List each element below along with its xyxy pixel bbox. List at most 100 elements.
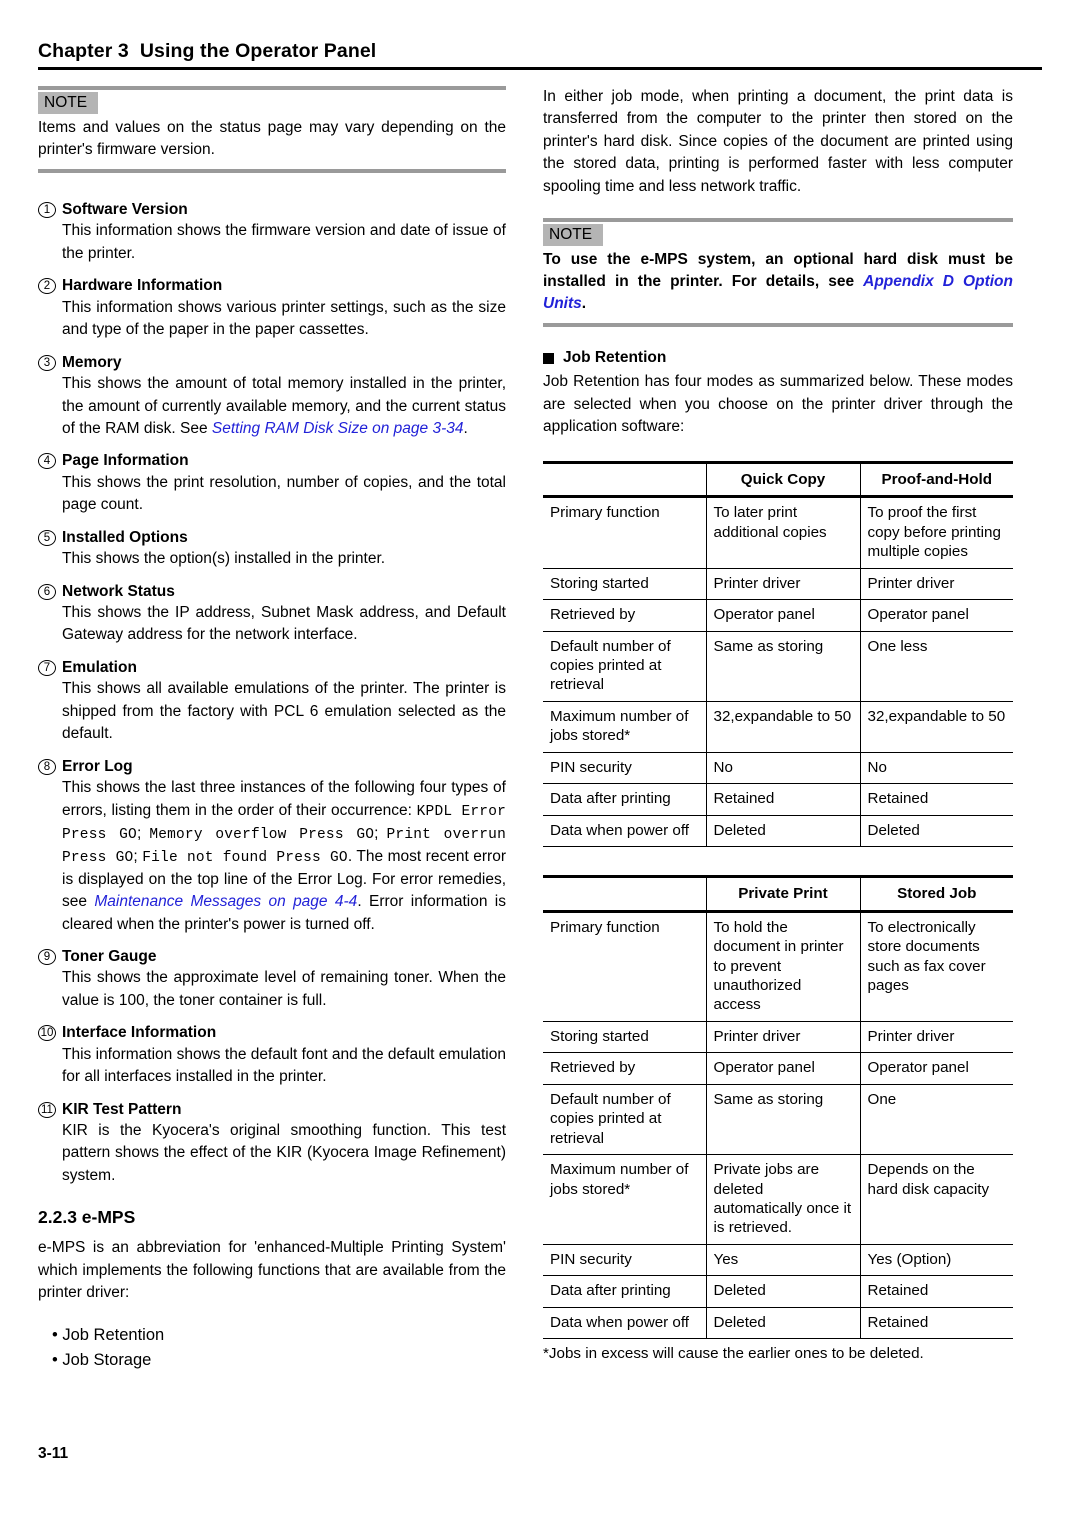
cell-value: 32,expandable to 50 [705,701,860,753]
list-item: • Job Storage [52,1350,152,1369]
cell-value: Yes [705,1244,860,1277]
list-item: 7 Emulation This shows all available emu… [38,658,506,746]
page-title: Chapter 3 Using the Operator Panel [38,40,377,62]
row-label: Default number of copies printed at retr… [543,1084,706,1156]
table-row: Data after printing Retained Retained [543,783,1013,816]
circled-number-icon: 6 [38,583,56,600]
row-label: Storing started [543,568,706,601]
subsection-paragraph: Job Retention has four modes as summariz… [543,373,1013,436]
table-row: Data when power off Deleted Retained [543,1307,1013,1340]
table-row: Data when power off Deleted Deleted [543,815,1013,848]
job-retention-table-1: Quick Copy Proof-and-Hold Primary functi… [543,460,1013,848]
error-message-code: File not found Press GO [142,849,348,866]
item-heading: 6 Network Status [38,582,506,601]
item-body: This shows the option(s) installed in th… [62,550,386,568]
item-body: This information shows the firmware vers… [62,222,506,262]
document-page: Chapter 3 Using the Operator Panel NOTE … [0,0,1080,1528]
item-body: This shows the print resolution, number … [62,473,506,514]
list-item: 4 Page Information This shows the print … [38,451,506,516]
circled-number-icon: 2 [38,278,56,295]
item-body-tail: . [463,419,468,437]
job-retention-table-2: Private Print Stored Job Primary functio… [543,875,1013,1340]
intro-paragraph: In either job mode, when printing a docu… [543,88,1013,195]
list-item: 5 Installed Options This shows the optio… [38,528,506,571]
column-header-blank [543,460,706,499]
table-row: Primary function To hold the document in… [543,911,1013,1022]
cell-value: Deleted [705,815,860,848]
note-bottom-rule [38,169,506,174]
cell-value: Operator panel [705,1052,860,1085]
list-item: 6 Network Status This shows the IP addre… [38,582,506,647]
row-label: Default number of copies printed at retr… [543,631,706,702]
row-label: Retrieved by [543,1052,706,1085]
item-title: Interface Information [62,1024,217,1042]
page-header: Chapter 3 Using the Operator Panel [38,40,1042,71]
cell-value: Printer driver [859,1021,1013,1054]
cross-reference-link[interactable]: Maintenance Messages on page 4-4 [94,893,357,910]
table-row: Default number of copies printed at retr… [543,1084,1013,1156]
cell-value: Private jobs are deleted automatically o… [705,1154,860,1245]
note-box-left: NOTE Items and values on the status page… [38,86,506,174]
cell-value: 32,expandable to 50 [859,701,1013,753]
note-bottom-rule [543,323,1013,328]
cell-value: Operator panel [859,599,1013,632]
section-paragraph: e-MPS is an abbreviation for 'enhanced-M… [38,1239,506,1302]
left-column: NOTE Items and values on the status page… [38,86,506,1372]
row-label: Data when power off [543,1307,706,1340]
table-row: Primary function To later print addition… [543,496,1013,569]
cell-value: Deleted [859,815,1013,848]
note-top-rule [38,86,506,90]
square-bullet-icon [543,352,554,364]
cell-value: Operator panel [859,1052,1013,1085]
row-label: Data after printing [543,783,706,816]
list-item: 10 Interface Information This informatio… [38,1023,506,1088]
cross-reference-link[interactable]: Setting RAM Disk Size on page 3-34 [212,420,464,437]
item-body: This information shows various printer s… [62,298,506,339]
row-label: PIN security [543,752,706,785]
table-row: Default number of copies printed at retr… [543,631,1013,702]
note-text: Items and values on the status page may … [38,119,506,159]
circled-number-icon: 3 [38,354,56,371]
sep: ; [136,824,150,842]
cell-value: Deleted [705,1275,860,1308]
cell-value: To later print additional copies [705,496,860,569]
sep: ; [133,847,143,865]
table-row: Storing started Printer driver Printer d… [543,1021,1013,1054]
column-header-proof-and-hold: Proof-and-Hold [859,460,1013,499]
cell-value: Retained [859,783,1013,816]
subsection-heading: Job Retention [543,349,1013,367]
cell-value: Operator panel [705,599,860,632]
circled-number-icon: 9 [38,949,56,965]
row-label: Data after printing [543,1275,706,1308]
cell-value: Retained [859,1307,1013,1340]
cell-value: Printer driver [705,1021,860,1054]
item-heading: 9 Toner Gauge [38,947,506,966]
note-box-right: NOTE To use the e-MPS system, an optiona… [543,218,1013,328]
item-heading: 4 Page Information [38,451,506,470]
list-item: 1 Software Version This information show… [38,200,506,265]
cell-value: To electronically store documents such a… [859,911,1013,1022]
cell-value: Retained [705,783,860,816]
item-body: This shows the IP address, Subnet Mask a… [62,603,506,644]
table-header-row: Quick Copy Proof-and-Hold [543,460,1013,499]
item-title: Installed Options [62,528,188,546]
circled-number-icon: 8 [38,758,56,775]
table-row: Retrieved by Operator panel Operator pan… [543,1052,1013,1085]
circled-number-icon: 1 [38,202,56,219]
note-text: To use the e-MPS system, an optional har… [543,249,1013,315]
feature-bullet-list: • Job Retention • Job Storage [52,1323,506,1373]
header-divider [38,67,1042,71]
cell-value: Printer driver [859,568,1013,601]
table-row: Maximum number of jobs stored* 32,expand… [543,701,1013,753]
item-title: Error Log [62,757,133,775]
row-label: PIN security [543,1244,706,1277]
list-item: 2 Hardware Information This information … [38,276,506,341]
cell-value: Same as storing [705,1084,860,1156]
right-column: In either job mode, when printing a docu… [543,86,1013,1364]
item-heading: 11 KIR Test Pattern [38,1100,506,1119]
item-heading: 8 Error Log [38,757,506,776]
cell-value: To hold the document in printer to preve… [705,911,860,1022]
row-label: Primary function [543,911,706,1022]
item-heading: 5 Installed Options [38,528,506,547]
cell-value: Depends on the hard disk capacity [859,1154,1013,1245]
